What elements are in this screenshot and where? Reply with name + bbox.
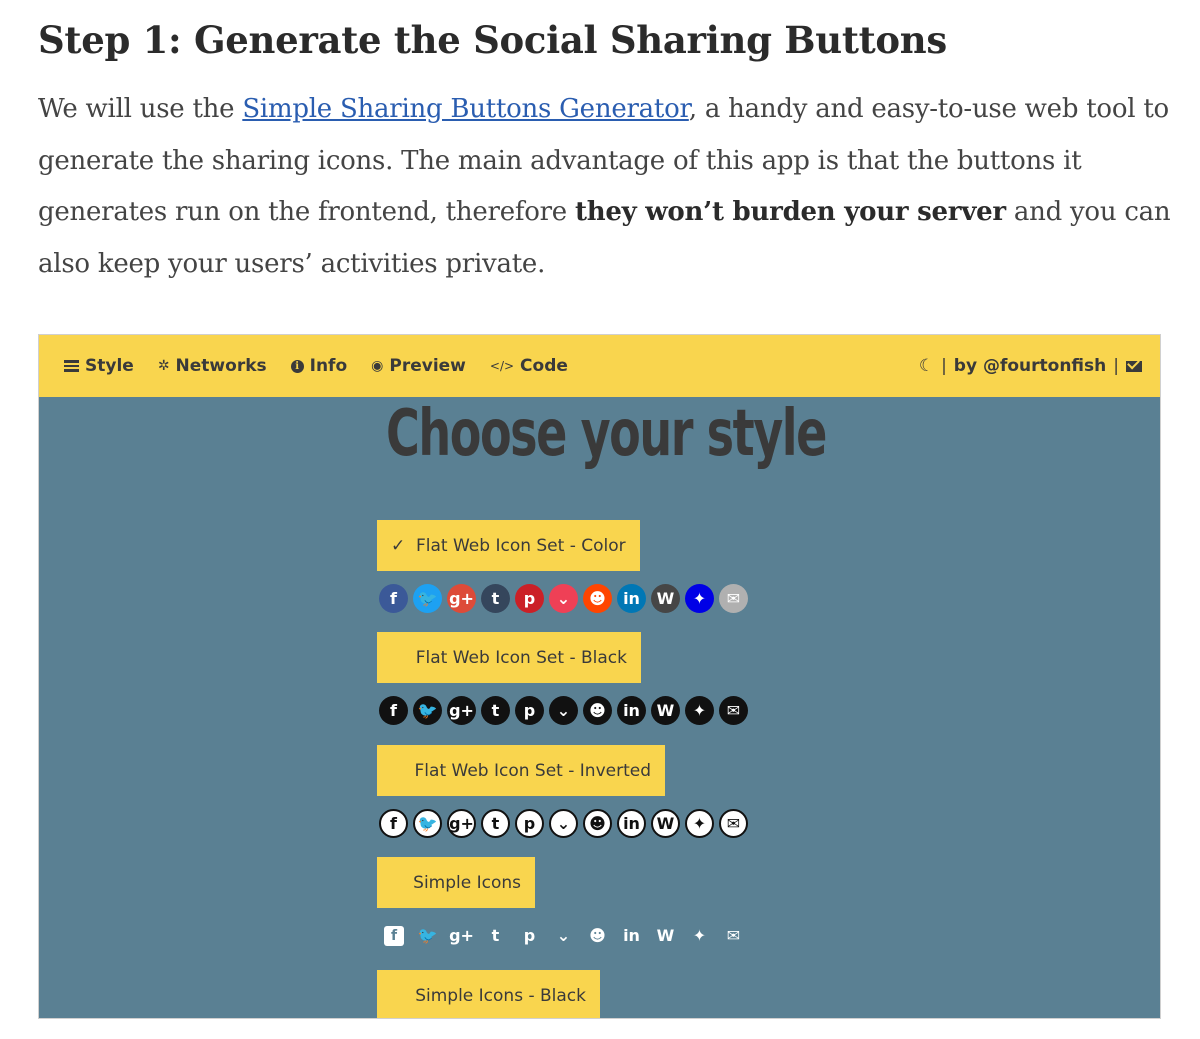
twitter-icon[interactable]: 🐦	[413, 921, 442, 950]
reddit-icon[interactable]: ☻	[583, 696, 612, 725]
facebook-icon[interactable]: f	[379, 809, 408, 838]
tumblr-icon[interactable]: t	[481, 809, 510, 838]
style-option-label: Flat Web Icon Set - Black	[415, 647, 627, 668]
email-icon[interactable]: ✉	[719, 809, 748, 838]
page-title: Choose your style	[385, 397, 827, 471]
icon-row-black: f 🐦 g+ t p ⌄ ☻ in W ✦ ✉	[379, 696, 748, 725]
facebook-icon[interactable]: f	[384, 925, 404, 946]
info-icon: i	[290, 359, 304, 373]
pinboard-icon[interactable]: ✦	[685, 921, 714, 950]
email-icon[interactable]: ✉	[719, 584, 748, 613]
style-option-label: Simple Icons	[413, 872, 521, 893]
pocket-icon[interactable]: ⌄	[549, 921, 578, 950]
pocket-icon[interactable]: ⌄	[549, 584, 578, 613]
nav-networks-label: Networks	[175, 356, 267, 376]
app-topbar: Style ✲ Networks i Info ◉ Preview </> Co…	[39, 335, 1160, 397]
reddit-icon[interactable]: ☻	[583, 584, 612, 613]
code-icon: </>	[489, 359, 515, 373]
style-option-flat-color[interactable]: ✓ Flat Web Icon Set - Color	[377, 520, 640, 571]
email-icon[interactable]: ✉	[719, 921, 748, 950]
twitter-icon[interactable]: 🐦	[413, 584, 442, 613]
wordpress-icon[interactable]: W	[651, 809, 680, 838]
tumblr-icon[interactable]: t	[481, 921, 510, 950]
style-option-label: Simple Icons - Black	[415, 985, 586, 1006]
nav-style[interactable]: Style	[64, 356, 134, 376]
nav-info[interactable]: i Info	[290, 356, 348, 376]
style-option-flat-inverted[interactable]: Flat Web Icon Set - Inverted	[377, 745, 665, 796]
style-option-simple-black[interactable]: Simple Icons - Black	[377, 970, 600, 1018]
generator-link[interactable]: Simple Sharing Buttons Generator	[242, 94, 689, 124]
app-nav: Style ✲ Networks i Info ◉ Preview </> Co…	[39, 356, 568, 376]
check-icon: ✓	[391, 535, 406, 556]
style-option-simple[interactable]: Simple Icons	[377, 857, 535, 908]
mail-icon[interactable]	[1126, 360, 1142, 372]
icon-row-color: f 🐦 g+ t p ⌄ ☻ in W ✦ ✉	[379, 584, 748, 613]
google-plus-icon[interactable]: g+	[447, 809, 476, 838]
pinboard-icon[interactable]: ✦	[685, 584, 714, 613]
twitter-icon[interactable]: 🐦	[413, 809, 442, 838]
eye-icon: ◉	[371, 358, 384, 374]
style-option-flat-black[interactable]: Flat Web Icon Set - Black	[377, 632, 641, 683]
pinterest-icon[interactable]: p	[515, 696, 544, 725]
pinterest-icon[interactable]: p	[515, 809, 544, 838]
author-link[interactable]: by @fourtonfish	[954, 356, 1106, 376]
reddit-icon[interactable]: ☻	[583, 809, 612, 838]
paragraph-text-1: We will use the	[38, 94, 243, 124]
google-plus-icon[interactable]: g+	[447, 584, 476, 613]
pinboard-icon[interactable]: ✦	[685, 696, 714, 725]
tumblr-icon[interactable]: t	[481, 584, 510, 613]
facebook-icon[interactable]: f	[379, 584, 408, 613]
article-heading: Step 1: Generate the Social Sharing Butt…	[38, 18, 947, 62]
nav-networks[interactable]: ✲ Networks	[158, 356, 267, 376]
separator: |	[941, 356, 947, 376]
linkedin-icon[interactable]: in	[617, 809, 646, 838]
list-icon	[64, 360, 79, 372]
reddit-icon[interactable]: ☻	[583, 921, 612, 950]
tumblr-icon[interactable]: t	[481, 696, 510, 725]
style-option-label: Flat Web Icon Set - Color	[416, 535, 626, 556]
icon-row-simple: f 🐦 g+ t p ⌄ ☻ in W ✦ ✉	[379, 921, 748, 950]
separator: |	[1113, 356, 1119, 376]
pinboard-icon[interactable]: ✦	[685, 809, 714, 838]
pocket-icon[interactable]: ⌄	[549, 696, 578, 725]
email-icon[interactable]: ✉	[719, 696, 748, 725]
pocket-icon[interactable]: ⌄	[549, 809, 578, 838]
facebook-icon[interactable]: f	[379, 696, 408, 725]
google-plus-icon[interactable]: g+	[447, 921, 476, 950]
moon-icon[interactable]: ☾	[919, 356, 934, 376]
nav-code-label: Code	[520, 356, 568, 376]
app-screenshot: Style ✲ Networks i Info ◉ Preview </> Co…	[38, 334, 1161, 1019]
style-option-label: Flat Web Icon Set - Inverted	[414, 760, 651, 781]
wordpress-icon[interactable]: W	[651, 696, 680, 725]
google-plus-icon[interactable]: g+	[447, 696, 476, 725]
paragraph-bold-text: they won’t burden your server	[574, 197, 1006, 227]
icon-row-inverted: f 🐦 g+ t p ⌄ ☻ in W ✦ ✉	[379, 809, 748, 838]
pinterest-icon[interactable]: p	[515, 921, 544, 950]
nav-preview-label: Preview	[389, 356, 466, 376]
nav-code[interactable]: </> Code	[490, 356, 568, 376]
twitter-icon[interactable]: 🐦	[413, 696, 442, 725]
article-paragraph: We will use the Simple Sharing Buttons G…	[38, 84, 1178, 290]
wordpress-icon[interactable]: W	[651, 584, 680, 613]
nav-preview[interactable]: ◉ Preview	[371, 356, 466, 376]
pinterest-icon[interactable]: p	[515, 584, 544, 613]
wordpress-icon[interactable]: W	[651, 921, 680, 950]
linkedin-icon[interactable]: in	[617, 921, 646, 950]
gear-icon: ✲	[157, 358, 170, 374]
linkedin-icon[interactable]: in	[617, 696, 646, 725]
nav-style-label: Style	[85, 356, 134, 376]
nav-info-label: Info	[309, 356, 348, 376]
linkedin-icon[interactable]: in	[617, 584, 646, 613]
right-nav: ☾ | by @fourtonfish |	[919, 356, 1160, 376]
